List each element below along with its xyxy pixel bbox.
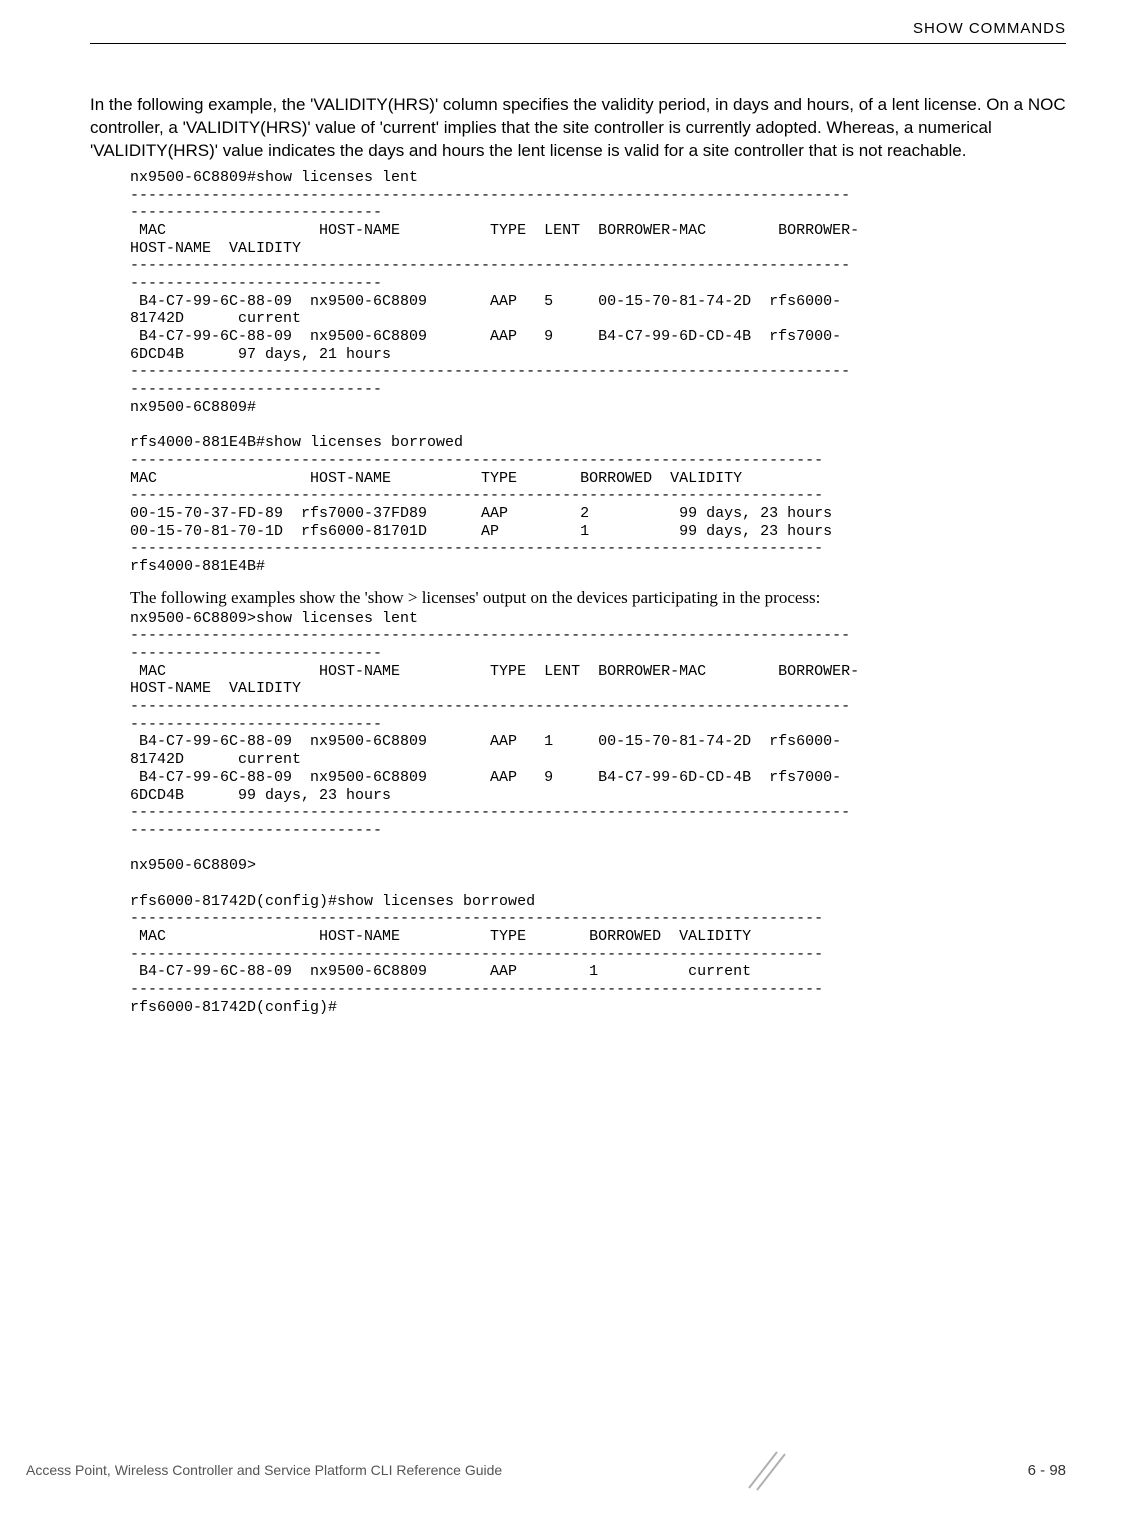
- page-container: SHOW COMMANDS In the following example, …: [0, 0, 1126, 1516]
- code-block-1: nx9500-6C8809#show licenses lent -------…: [130, 169, 1066, 576]
- page-number: 6 - 98: [1028, 1462, 1066, 1479]
- footer-text: Access Point, Wireless Controller and Se…: [26, 1462, 502, 1478]
- code-block-2: nx9500-6C8809>show licenses lent -------…: [130, 610, 1066, 1017]
- page-header: SHOW COMMANDS: [90, 20, 1066, 44]
- section-title: SHOW COMMANDS: [913, 20, 1066, 37]
- footer-slash-icon: [743, 1448, 787, 1492]
- page-footer: Access Point, Wireless Controller and Se…: [0, 1448, 1126, 1492]
- intro-paragraph: In the following example, the 'VALIDITY(…: [90, 94, 1066, 163]
- sub-paragraph: The following examples show the 'show > …: [130, 588, 1066, 608]
